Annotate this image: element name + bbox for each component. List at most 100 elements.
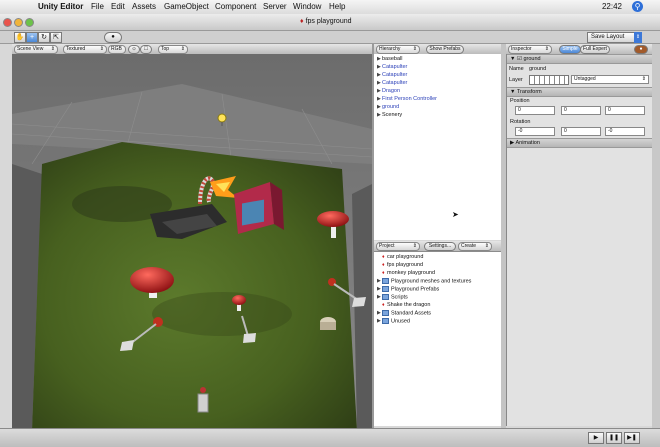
layer-slider[interactable] [529, 75, 569, 85]
project-tab-label: Project [379, 243, 395, 249]
chevron-down-icon: ⇕ [641, 76, 646, 82]
scene-viewport[interactable] [12, 54, 372, 430]
rotation-y-field[interactable]: 0 [561, 127, 601, 136]
chevron-down-icon: ⇕ [484, 243, 489, 249]
rotation-x-field[interactable]: -0 [515, 127, 555, 136]
hierarchy-item[interactable]: ▶baseball [377, 56, 403, 62]
menu-server[interactable]: Server [263, 2, 287, 11]
pivot-toggle-button[interactable]: ● [104, 32, 122, 43]
step-icon[interactable]: ▶❚ [624, 432, 640, 444]
project-tab[interactable]: Project ⇕ [376, 242, 420, 251]
scene-render [12, 54, 372, 430]
project-item[interactable]: ♦ fps playground [382, 262, 423, 268]
scene-view-mode: Scene View [17, 46, 44, 52]
hierarchy-item-label: ground [382, 104, 400, 110]
hierarchy-item-label: First Person Controller [382, 96, 438, 102]
move-tool-icon[interactable]: + [26, 32, 38, 43]
render-mode-dropdown[interactable]: Textured ⇕ [63, 45, 107, 54]
chevron-down-icon: ⇕ [99, 46, 104, 52]
project-item-label: monkey playground [387, 270, 436, 276]
menu-edit[interactable]: Edit [111, 2, 125, 11]
collapse-triangle-icon[interactable]: ▼ [510, 56, 515, 62]
zoom-window-icon[interactable] [25, 18, 34, 27]
hierarchy-item[interactable]: ▶Dragon [377, 88, 400, 94]
tag-dropdown[interactable]: Untagged ⇕ [571, 75, 649, 84]
scale-tool-icon[interactable]: ⇱ [50, 32, 62, 43]
hierarchy-item-label: Dragon [382, 88, 401, 94]
transform-header[interactable]: ▼ Transform [507, 87, 653, 97]
scene-gizmo-toggle-icon[interactable]: □ [140, 45, 152, 54]
scene-view-dropdown[interactable]: Scene View ⇕ [14, 45, 58, 54]
project-item[interactable]: ♦ monkey playground [382, 270, 435, 276]
hierarchy-item[interactable]: ▶First Person Controller [377, 96, 437, 102]
scrollbar[interactable] [652, 44, 660, 428]
status-bar: ▶ ❚❚ ▶❚ [0, 428, 660, 447]
camera-view-dropdown[interactable]: Top ⇕ [158, 45, 188, 54]
chevron-down-icon: ⇕ [412, 243, 417, 249]
hierarchy-item-label: Catapulter [382, 64, 408, 70]
name-label: Name [509, 66, 524, 72]
object-header[interactable]: ▼ ☑ ground [507, 54, 653, 64]
main-toolbar: ✋ + ↻ ⇱ ● Save Layout ⇕ [0, 31, 660, 44]
position-y-field[interactable]: 0 [561, 106, 601, 115]
lighting-toggle-icon[interactable]: ☼ [128, 45, 140, 54]
play-icon[interactable]: ▶ [588, 432, 604, 444]
hand-tool-icon[interactable]: ✋ [14, 32, 26, 43]
lock-icon[interactable]: ● [634, 45, 648, 54]
project-item[interactable]: ▶ Standard Assets [377, 310, 431, 316]
project-item[interactable]: ♦ car playground [382, 254, 423, 260]
rgb-mode-dropdown[interactable]: RGB [108, 45, 126, 54]
project-item[interactable]: ▶ Unused [377, 318, 410, 324]
project-header: Project ⇕ Settings... Create ⇕ [374, 241, 501, 252]
menu-file[interactable]: File [91, 2, 104, 11]
hierarchy-tab[interactable]: Hierarchy ⇕ [376, 45, 420, 54]
menu-assets[interactable]: Assets [132, 2, 156, 11]
inspector-tab[interactable]: Inspector ⇕ [508, 45, 552, 54]
rotation-label: Rotation [510, 119, 531, 125]
rotate-tool-icon[interactable]: ↻ [38, 32, 50, 43]
project-item-label: Scripts [391, 294, 408, 301]
collapse-triangle-icon[interactable]: ▼ [510, 89, 515, 95]
menu-gameobject[interactable]: GameObject [164, 2, 209, 11]
project-item[interactable]: ▶ Scripts [377, 294, 408, 300]
create-dropdown[interactable]: Create ⇕ [458, 242, 492, 251]
pause-icon[interactable]: ❚❚ [606, 432, 622, 444]
project-item[interactable]: ♦ Shake the dragon [382, 302, 430, 308]
spotlight-search-icon[interactable]: ⚲ [632, 1, 643, 12]
simple-mode-button[interactable]: Simple [559, 45, 581, 54]
hierarchy-item[interactable]: ▶Catapulter [377, 72, 407, 78]
show-prefabs-button[interactable]: Show Prefabs [426, 45, 464, 54]
position-z-field[interactable]: 0 [605, 106, 645, 115]
minimize-window-icon[interactable] [14, 18, 23, 27]
menu-help[interactable]: Help [329, 2, 345, 11]
hierarchy-panel: ▶baseball ▶Catapulter ▶Catapulter ▶Catap… [374, 54, 501, 240]
folder-icon [382, 278, 389, 284]
menu-app-name[interactable]: Unity Editor [38, 2, 83, 11]
checkbox-icon[interactable]: ☑ [517, 56, 522, 62]
hierarchy-item[interactable]: ▶Scenery [377, 112, 402, 118]
menu-component[interactable]: Component [215, 2, 256, 11]
object-name-heading: ground [523, 56, 541, 62]
close-window-icon[interactable] [3, 18, 12, 27]
project-item[interactable]: ▶ Playground Prefabs [377, 286, 439, 292]
full-expert-mode-button[interactable]: Full Expert [580, 45, 610, 54]
stump-object[interactable] [320, 317, 336, 330]
menu-window[interactable]: Window [293, 2, 321, 11]
hierarchy-item[interactable]: ▶ground [377, 104, 399, 110]
panel-divider[interactable] [372, 44, 374, 428]
project-settings-button[interactable]: Settings... [424, 242, 456, 251]
hierarchy-item[interactable]: ▶Catapulter [377, 80, 407, 86]
position-x-field[interactable]: 0 [515, 106, 555, 115]
transform-label: Transform [516, 89, 542, 95]
project-item[interactable]: ▶ Playground meshes and textures [377, 278, 471, 284]
chevron-down-icon: ⇕ [544, 46, 549, 52]
expand-triangle-icon[interactable]: ▶ [510, 140, 514, 146]
animation-header[interactable]: ▶ Animation [507, 138, 653, 148]
save-layout-dropdown[interactable]: Save Layout ⇕ [587, 32, 642, 43]
tag-value: Untagged [574, 76, 596, 82]
layer-label: Layer [509, 77, 523, 83]
hierarchy-item[interactable]: ▶Catapulter [377, 64, 407, 70]
folder-icon [382, 294, 389, 300]
rotation-z-field[interactable]: -0 [605, 127, 645, 136]
name-value[interactable]: ground [529, 66, 546, 72]
